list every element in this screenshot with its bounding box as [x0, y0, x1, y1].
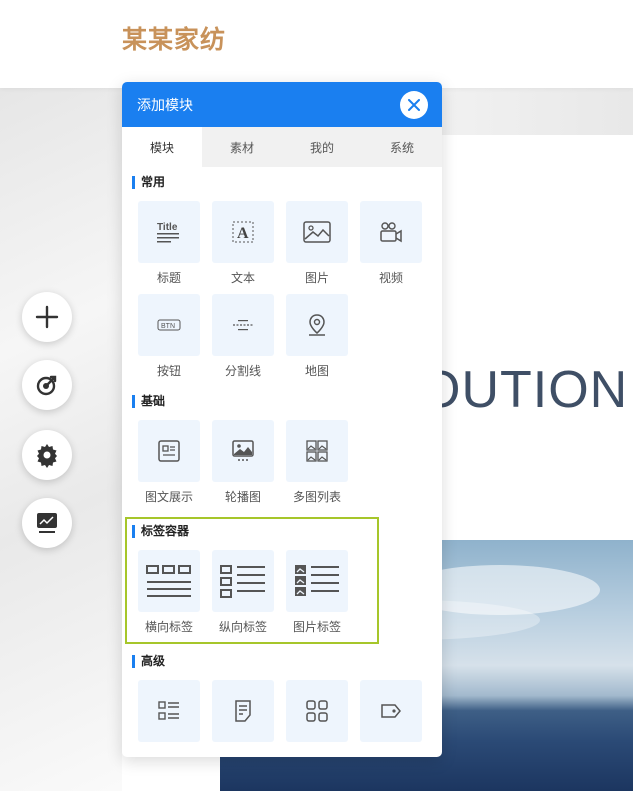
module-divider[interactable]: 分割线	[206, 294, 280, 379]
module-label: 多图列表	[292, 490, 341, 504]
gear-icon	[37, 444, 57, 468]
tab-mine[interactable]: 我的	[282, 127, 362, 167]
plus-icon	[35, 305, 59, 329]
module-tile[interactable]	[360, 201, 422, 263]
module-tile[interactable]	[286, 680, 348, 742]
svg-text:A: A	[237, 225, 249, 242]
tab-system[interactable]: 系统	[362, 127, 442, 167]
module-label: 文本	[230, 271, 255, 285]
panel-tabs: 模块 素材 我的 系统	[122, 127, 442, 167]
module-tile[interactable]	[286, 420, 348, 482]
module-advanced-form[interactable]	[206, 680, 280, 748]
module-advanced-tag[interactable]	[354, 680, 428, 748]
module-tile[interactable]	[286, 201, 348, 263]
module-image-tabs[interactable]: 图片标签	[280, 550, 354, 635]
site-brand[interactable]: 某某家纺	[122, 20, 226, 56]
section-advanced	[132, 680, 432, 756]
module-label: 横向标签	[144, 620, 193, 634]
carousel-icon	[232, 440, 254, 461]
add-module-button[interactable]	[22, 292, 72, 342]
module-vertical-tabs[interactable]: 纵向标签	[206, 550, 280, 635]
module-tile[interactable]	[212, 550, 274, 612]
section-title-advanced: 高级	[132, 655, 442, 668]
module-button[interactable]: BTN 按钮	[132, 294, 206, 379]
svg-text:Title: Title	[157, 222, 178, 233]
module-tile[interactable]: BTN	[138, 294, 200, 356]
monitor-chart-icon	[37, 513, 57, 533]
divider-icon	[233, 320, 253, 331]
module-text[interactable]: A 文本	[206, 201, 280, 286]
module-multi-image-list[interactable]: 多图列表	[280, 420, 354, 505]
module-advanced-list[interactable]	[132, 680, 206, 748]
text-icon: A	[232, 221, 254, 243]
add-module-panel: 添加模块 模块 素材 我的 系统 常用 Title 标题 A 文本 图片 视频 …	[122, 82, 442, 757]
module-carousel[interactable]: 轮播图	[206, 420, 280, 505]
module-tile[interactable]: Title	[138, 201, 200, 263]
module-tile[interactable]	[360, 680, 422, 742]
image-tabs-icon	[295, 565, 339, 596]
module-horizontal-tabs[interactable]: 横向标签	[132, 550, 206, 635]
module-label: 按钮	[156, 364, 181, 378]
module-label: 图片	[304, 271, 329, 285]
panel-title: 添加模块	[137, 97, 193, 114]
section-title-common: 常用	[132, 176, 442, 189]
title-icon: Title	[157, 222, 179, 243]
module-label: 视频	[378, 271, 403, 285]
module-image-text[interactable]: 图文展示	[132, 420, 206, 505]
section-title-basic: 基础	[132, 395, 442, 408]
module-list: 常用 Title 标题 A 文本 图片 视频 BTN 按钮 分割线 地图 基础 …	[122, 167, 442, 756]
apps-grid-icon	[306, 700, 328, 722]
form-icon	[235, 700, 251, 722]
module-label: 图文展示	[144, 490, 193, 504]
map-pin-icon	[309, 314, 325, 336]
module-image[interactable]: 图片	[280, 201, 354, 286]
svg-text:BTN: BTN	[161, 323, 175, 330]
image-text-icon	[158, 440, 180, 462]
module-tile[interactable]: A	[212, 201, 274, 263]
module-tile[interactable]	[286, 550, 348, 612]
module-advanced-grid[interactable]	[280, 680, 354, 748]
module-title[interactable]: Title 标题	[132, 201, 206, 286]
video-icon	[380, 222, 402, 243]
multi-image-list-icon	[306, 440, 328, 462]
hero-heading: OUTION	[420, 361, 629, 419]
module-video[interactable]: 视频	[354, 201, 428, 286]
analytics-button[interactable]	[22, 498, 72, 548]
list-icon	[158, 701, 179, 720]
module-tile[interactable]	[212, 420, 274, 482]
horizontal-tabs-icon	[146, 565, 191, 597]
section-tab-container: 横向标签 纵向标签 图片标签	[132, 550, 432, 643]
module-label: 轮播图	[224, 490, 261, 504]
tab-module[interactable]: 模块	[122, 127, 202, 167]
module-label: 地图	[304, 364, 329, 378]
module-tile[interactable]	[212, 294, 274, 356]
module-label: 纵向标签	[218, 620, 267, 634]
module-tile[interactable]	[138, 680, 200, 742]
module-tile[interactable]	[138, 550, 200, 612]
tag-icon	[381, 704, 401, 718]
module-map[interactable]: 地图	[280, 294, 354, 379]
module-label: 分割线	[224, 364, 261, 378]
tab-material[interactable]: 素材	[202, 127, 282, 167]
section-common: Title 标题 A 文本 图片 视频 BTN 按钮 分割线 地图	[132, 201, 432, 387]
button-icon: BTN	[157, 319, 181, 331]
module-tile[interactable]	[212, 680, 274, 742]
theme-button[interactable]	[22, 360, 72, 410]
module-label: 图片标签	[292, 620, 341, 634]
module-tile[interactable]	[138, 420, 200, 482]
site-header: 某某家纺	[0, 0, 633, 88]
module-label: 标题	[156, 271, 181, 285]
section-title-tab-container: 标签容器	[132, 525, 442, 538]
image-icon	[303, 221, 331, 243]
settings-button[interactable]	[22, 430, 72, 480]
close-button[interactable]	[400, 91, 428, 119]
target-icon	[36, 375, 57, 396]
close-icon	[408, 99, 420, 111]
module-tile[interactable]	[286, 294, 348, 356]
vertical-tabs-icon	[220, 565, 265, 598]
panel-header: 添加模块	[122, 82, 442, 127]
section-basic: 图文展示 轮播图 多图列表	[132, 420, 432, 513]
